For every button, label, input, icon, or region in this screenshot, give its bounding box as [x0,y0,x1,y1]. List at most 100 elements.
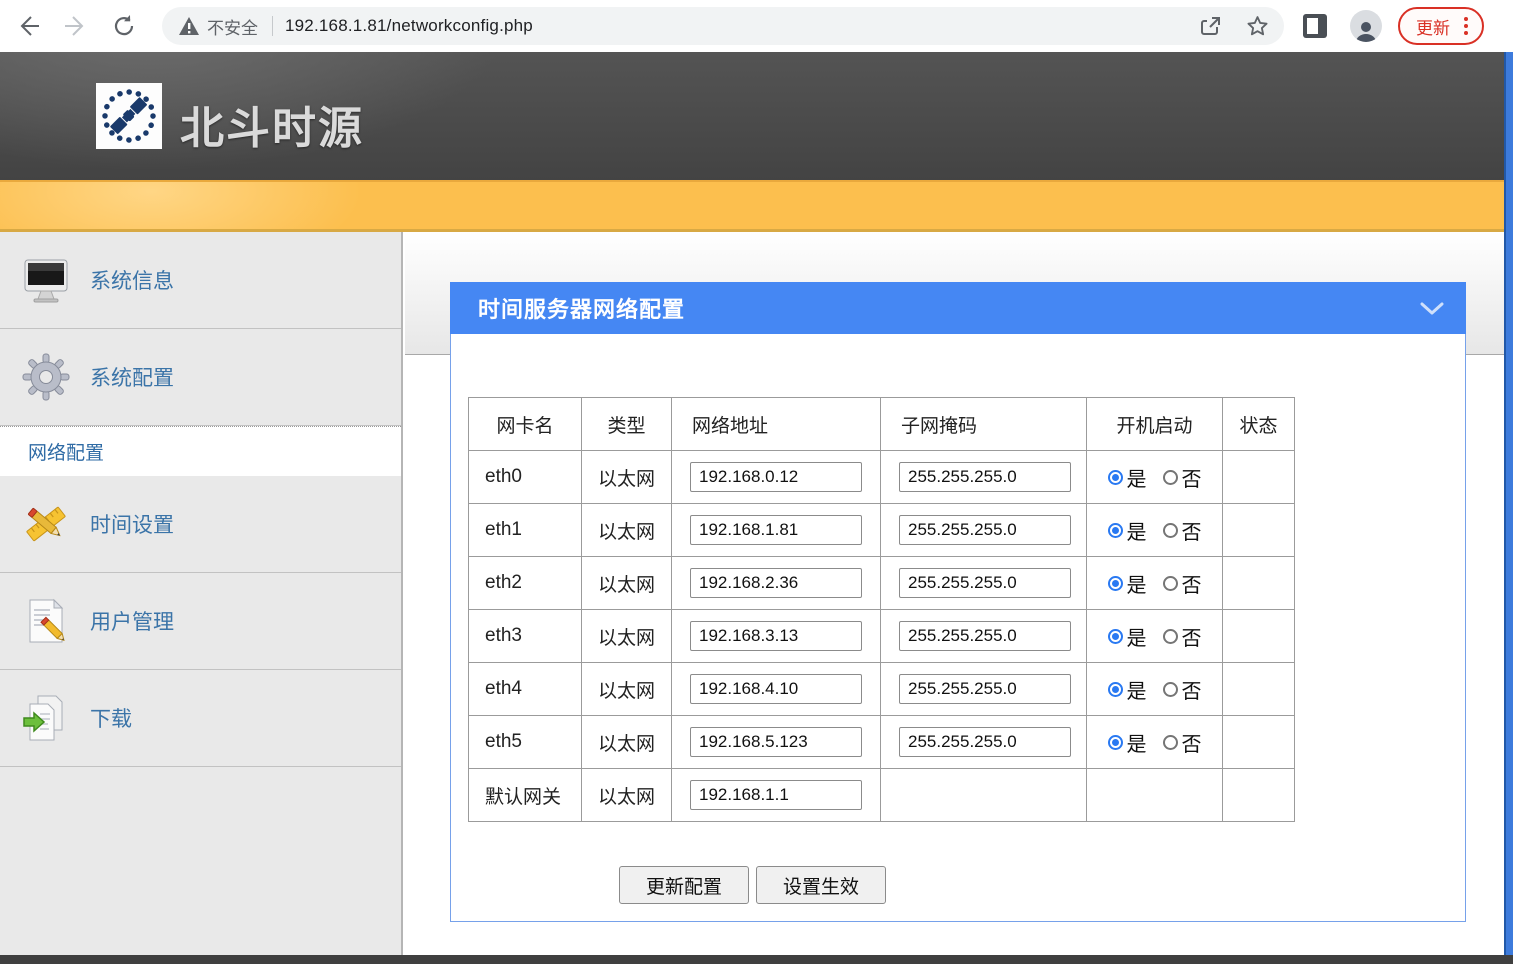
sidebar-item-label: 用户管理 [90,606,174,636]
chevron-down-icon[interactable] [1420,302,1444,320]
network-config-panel: 时间服务器网络配置 网卡名 类型 网络地址 子网掩码 开机启动 状态 eth0 … [450,282,1466,922]
window-scrollbar[interactable] [1504,52,1513,955]
menu-dots-icon[interactable] [1460,13,1472,39]
url-text: 192.168.1.81/networkconfig.php [285,16,533,36]
sidebar-item-label: 时间设置 [90,509,174,539]
back-icon [15,13,41,39]
boot-yes-radio[interactable] [1108,682,1123,697]
update-config-button[interactable]: 更新配置 [619,866,749,904]
network-interfaces-table: 网卡名 类型 网络地址 子网掩码 开机启动 状态 eth0 以太网 是 否 et… [468,397,1295,822]
status-cell [1223,769,1295,822]
ip-input[interactable] [690,621,862,651]
apply-settings-button[interactable]: 设置生效 [756,866,886,904]
status-cell [1223,610,1295,663]
table-row: 默认网关 以太网 [469,769,1295,822]
table-row: eth1 以太网 是 否 [469,504,1295,557]
boot-no-radio[interactable] [1163,682,1178,697]
ip-input[interactable] [690,462,862,492]
table-header-row: 网卡名 类型 网络地址 子网掩码 开机启动 状态 [469,398,1295,451]
sidebar-item-download[interactable]: 下载 [0,670,401,767]
ip-input[interactable] [690,780,862,810]
boot-yes-radio[interactable] [1108,629,1123,644]
status-cell [1223,451,1295,504]
boot-no-label: 否 [1182,463,1202,492]
reload-button[interactable] [104,6,144,46]
side-panel-icon[interactable] [1302,13,1328,39]
ip-input[interactable] [690,674,862,704]
boot-no-label: 否 [1182,728,1202,757]
forward-icon [63,13,89,39]
sidebar-item-system-config[interactable]: 系统配置 [0,329,401,426]
mask-input[interactable] [899,568,1071,598]
brand-title: 北斗时源 [180,92,364,156]
boot-no-radio[interactable] [1163,629,1178,644]
sidebar-item-label: 系统信息 [90,265,174,295]
nic-name-cell: 默认网关 [469,769,582,822]
sidebar-item-time-settings[interactable]: 时间设置 [0,476,401,573]
table-row: eth3 以太网 是 否 [469,610,1295,663]
mask-cell [881,716,1087,769]
boot-cell: 是 否 [1087,557,1223,610]
boot-no-radio[interactable] [1163,523,1178,538]
mask-input[interactable] [899,727,1071,757]
mask-cell [881,610,1087,663]
ip-input[interactable] [690,568,862,598]
sidebar: 系统信息 [0,232,403,955]
ip-cell [672,504,881,557]
ip-cell [672,663,881,716]
mask-input[interactable] [899,621,1071,651]
sidebar-item-network-config[interactable]: 网络配置 [0,426,401,476]
edit-document-icon [20,595,72,647]
ip-input[interactable] [690,515,862,545]
col-header-ip: 网络地址 [672,398,881,451]
boot-yes-radio[interactable] [1108,523,1123,538]
forward-button[interactable] [56,6,96,46]
nic-name-cell: eth3 [469,610,582,663]
boot-yes-radio[interactable] [1108,735,1123,750]
sidebar-item-system-info[interactable]: 系统信息 [0,232,401,329]
ip-input[interactable] [690,727,862,757]
mask-input[interactable] [899,674,1071,704]
ip-cell [672,610,881,663]
panel-header[interactable]: 时间服务器网络配置 [450,282,1466,334]
security-label: 不安全 [207,14,258,39]
col-header-nic-name: 网卡名 [469,398,582,451]
boot-no-radio[interactable] [1163,735,1178,750]
ip-cell [672,557,881,610]
table-row: eth0 以太网 是 否 [469,451,1295,504]
gear-icon [20,351,72,403]
address-bar[interactable]: 不安全 192.168.1.81/networkconfig.php [162,7,1284,45]
bookmark-star-icon[interactable] [1245,14,1270,39]
table-row: eth5 以太网 是 否 [469,716,1295,769]
boot-no-label: 否 [1182,569,1202,598]
accent-bar [0,180,1513,232]
status-cell [1223,716,1295,769]
share-icon[interactable] [1199,14,1223,38]
nic-name-cell: eth1 [469,504,582,557]
col-header-type: 类型 [582,398,672,451]
ruler-pencil-tools-icon [20,498,72,550]
boot-cell: 是 否 [1087,451,1223,504]
boot-no-radio[interactable] [1163,470,1178,485]
mask-cell [881,663,1087,716]
boot-yes-radio[interactable] [1108,576,1123,591]
boot-no-radio[interactable] [1163,576,1178,591]
monitor-icon [20,254,72,306]
mask-input[interactable] [899,462,1071,492]
status-cell [1223,557,1295,610]
sidebar-item-user-management[interactable]: 用户管理 [0,573,401,670]
boot-cell: 是 否 [1087,716,1223,769]
bottom-edge-bar [0,955,1513,964]
ip-cell [672,451,881,504]
boot-no-label: 否 [1182,622,1202,651]
nic-type-cell: 以太网 [582,769,672,822]
boot-yes-radio[interactable] [1108,470,1123,485]
nic-type-cell: 以太网 [582,610,672,663]
back-button[interactable] [8,6,48,46]
profile-avatar[interactable] [1350,10,1382,42]
browser-update-button[interactable]: 更新 [1398,7,1484,45]
mask-input[interactable] [899,515,1071,545]
col-header-status: 状态 [1223,398,1295,451]
sidebar-item-label: 下载 [90,703,132,733]
mask-cell [881,769,1087,822]
